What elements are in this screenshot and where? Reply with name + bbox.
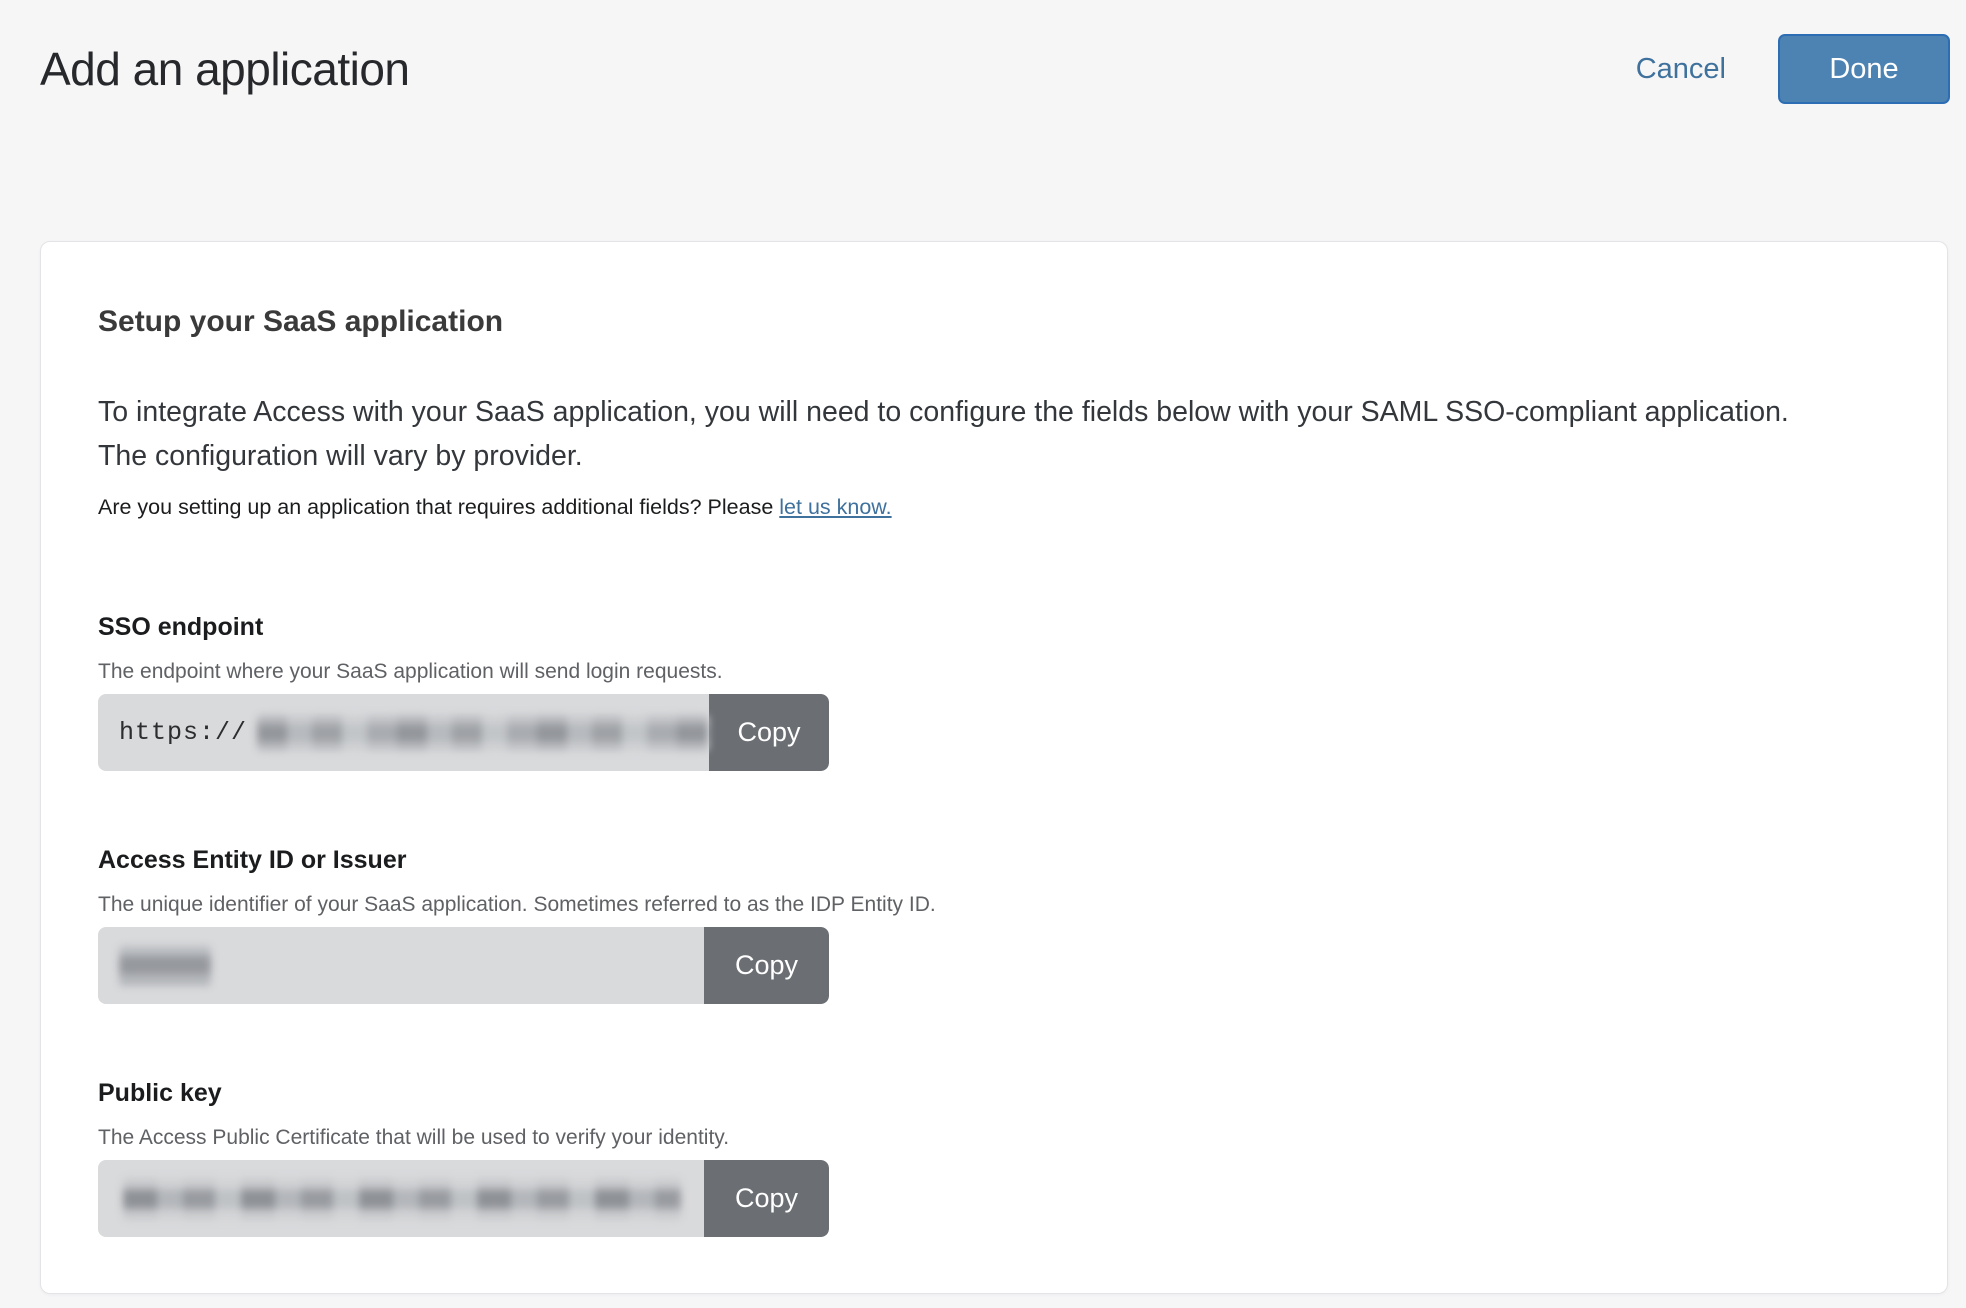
field-description: The unique identifier of your SaaS appli…	[98, 893, 936, 916]
copy-field-public-key: Copy	[98, 1160, 829, 1237]
note-text-body: Are you setting up an application that r…	[98, 495, 780, 519]
field-value: https://	[98, 694, 710, 771]
page-header: Add an application Cancel Done	[0, 0, 1966, 104]
intro-text: To integrate Access with your SaaS appli…	[98, 396, 1789, 472]
redacted-value	[119, 945, 211, 986]
header-actions: Cancel Done	[1636, 34, 1950, 104]
copy-button[interactable]: Copy	[704, 1160, 829, 1237]
field-description: The endpoint where your SaaS application…	[98, 660, 723, 683]
field-label: Public key	[98, 1079, 222, 1107]
done-button[interactable]: Done	[1778, 34, 1950, 104]
copy-button[interactable]: Copy	[704, 927, 829, 1004]
copy-field-sso-endpoint: https:// Copy	[98, 694, 829, 771]
field-label: SSO endpoint	[98, 613, 264, 641]
redacted-value	[257, 714, 710, 751]
note-text: Are you setting up an application that r…	[98, 492, 1841, 522]
field-value	[98, 927, 704, 1004]
card-title: Setup your SaaS application	[98, 305, 504, 338]
cancel-button[interactable]: Cancel	[1636, 53, 1726, 86]
value-prefix: https://	[119, 718, 248, 747]
copy-button[interactable]: Copy	[709, 694, 829, 771]
field-group-entity-id: Access Entity ID or Issuer The unique id…	[98, 845, 1841, 1004]
field-description: The Access Public Certificate that will …	[98, 1126, 730, 1149]
let-us-know-link[interactable]: let us know.	[779, 495, 891, 519]
field-group-sso-endpoint: SSO endpoint The endpoint where your Saa…	[98, 612, 1841, 771]
redacted-value	[123, 1177, 681, 1220]
setup-card: Setup your SaaS application To integrate…	[40, 241, 1948, 1294]
page-title: Add an application	[40, 43, 410, 95]
field-label: Access Entity ID or Issuer	[98, 846, 407, 874]
field-group-public-key: Public key The Access Public Certificate…	[98, 1078, 1841, 1237]
copy-field-entity-id: Copy	[98, 927, 829, 1004]
field-value	[98, 1160, 704, 1237]
